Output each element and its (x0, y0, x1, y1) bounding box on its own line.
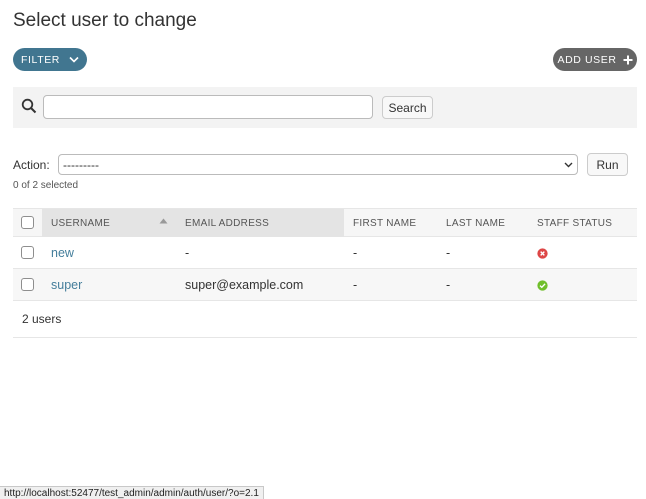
column-header-email-label: EMAIL ADDRESS (185, 217, 270, 229)
row-checkbox[interactable] (21, 278, 34, 291)
column-header-first-name[interactable]: FIRST NAME (353, 209, 416, 237)
page-title: Select user to change (13, 10, 197, 31)
row-checkbox[interactable] (21, 246, 34, 259)
column-header-email[interactable]: EMAIL ADDRESS (176, 209, 344, 237)
last-name-cell: - (446, 246, 451, 260)
column-header-staff-status-label: STAFF STATUS (537, 217, 613, 229)
search-button[interactable]: Search (382, 96, 433, 119)
x-circle-icon (537, 247, 548, 259)
column-header-username-label: USERNAME (51, 217, 111, 229)
first-name-cell: - (353, 278, 358, 292)
sort-ascending-icon (159, 218, 168, 224)
filter-button-label: FILTER (21, 53, 60, 66)
column-header-last-name-label: LAST NAME (446, 217, 506, 229)
search-input[interactable] (43, 95, 373, 119)
action-select-value: --------- (63, 157, 99, 172)
action-select[interactable]: --------- (58, 154, 578, 175)
username-link[interactable]: new (51, 246, 74, 260)
results-count: 2 users (13, 301, 637, 338)
column-header-username[interactable]: USERNAME (42, 209, 176, 237)
column-header-staff-status[interactable]: STAFF STATUS (537, 209, 612, 237)
chevron-down-icon (564, 162, 573, 167)
search-icon (21, 98, 37, 114)
check-circle-icon (537, 279, 548, 291)
email-cell: super@example.com (185, 278, 304, 292)
select-all-checkbox[interactable] (21, 216, 34, 229)
table-row: new - - - (13, 237, 637, 269)
first-name-cell: - (353, 246, 358, 260)
plus-icon (623, 55, 633, 64)
chevron-down-icon (69, 56, 79, 63)
table-header: USERNAME EMAIL ADDRESS FIRST NAME LAST N… (13, 208, 637, 237)
add-user-button-label: ADD USER (557, 53, 617, 66)
column-header-first-name-label: FIRST NAME (353, 217, 417, 229)
search-bar: Search (13, 87, 637, 128)
table-row: super super@example.com - - (13, 269, 637, 301)
add-user-button[interactable]: ADD USER (553, 48, 637, 71)
filter-button[interactable]: FILTER (13, 48, 87, 71)
username-link[interactable]: super (51, 278, 82, 292)
column-header-last-name[interactable]: LAST NAME (446, 209, 505, 237)
run-button[interactable]: Run (587, 153, 628, 176)
results-table: USERNAME EMAIL ADDRESS FIRST NAME LAST N… (13, 208, 637, 338)
email-cell: - (185, 246, 190, 260)
status-bar-url: http://localhost:52477/test_admin/admin/… (0, 486, 264, 499)
action-label: Action: (13, 158, 50, 172)
last-name-cell: - (446, 278, 451, 292)
selected-count: 0 of 2 selected (13, 180, 79, 191)
